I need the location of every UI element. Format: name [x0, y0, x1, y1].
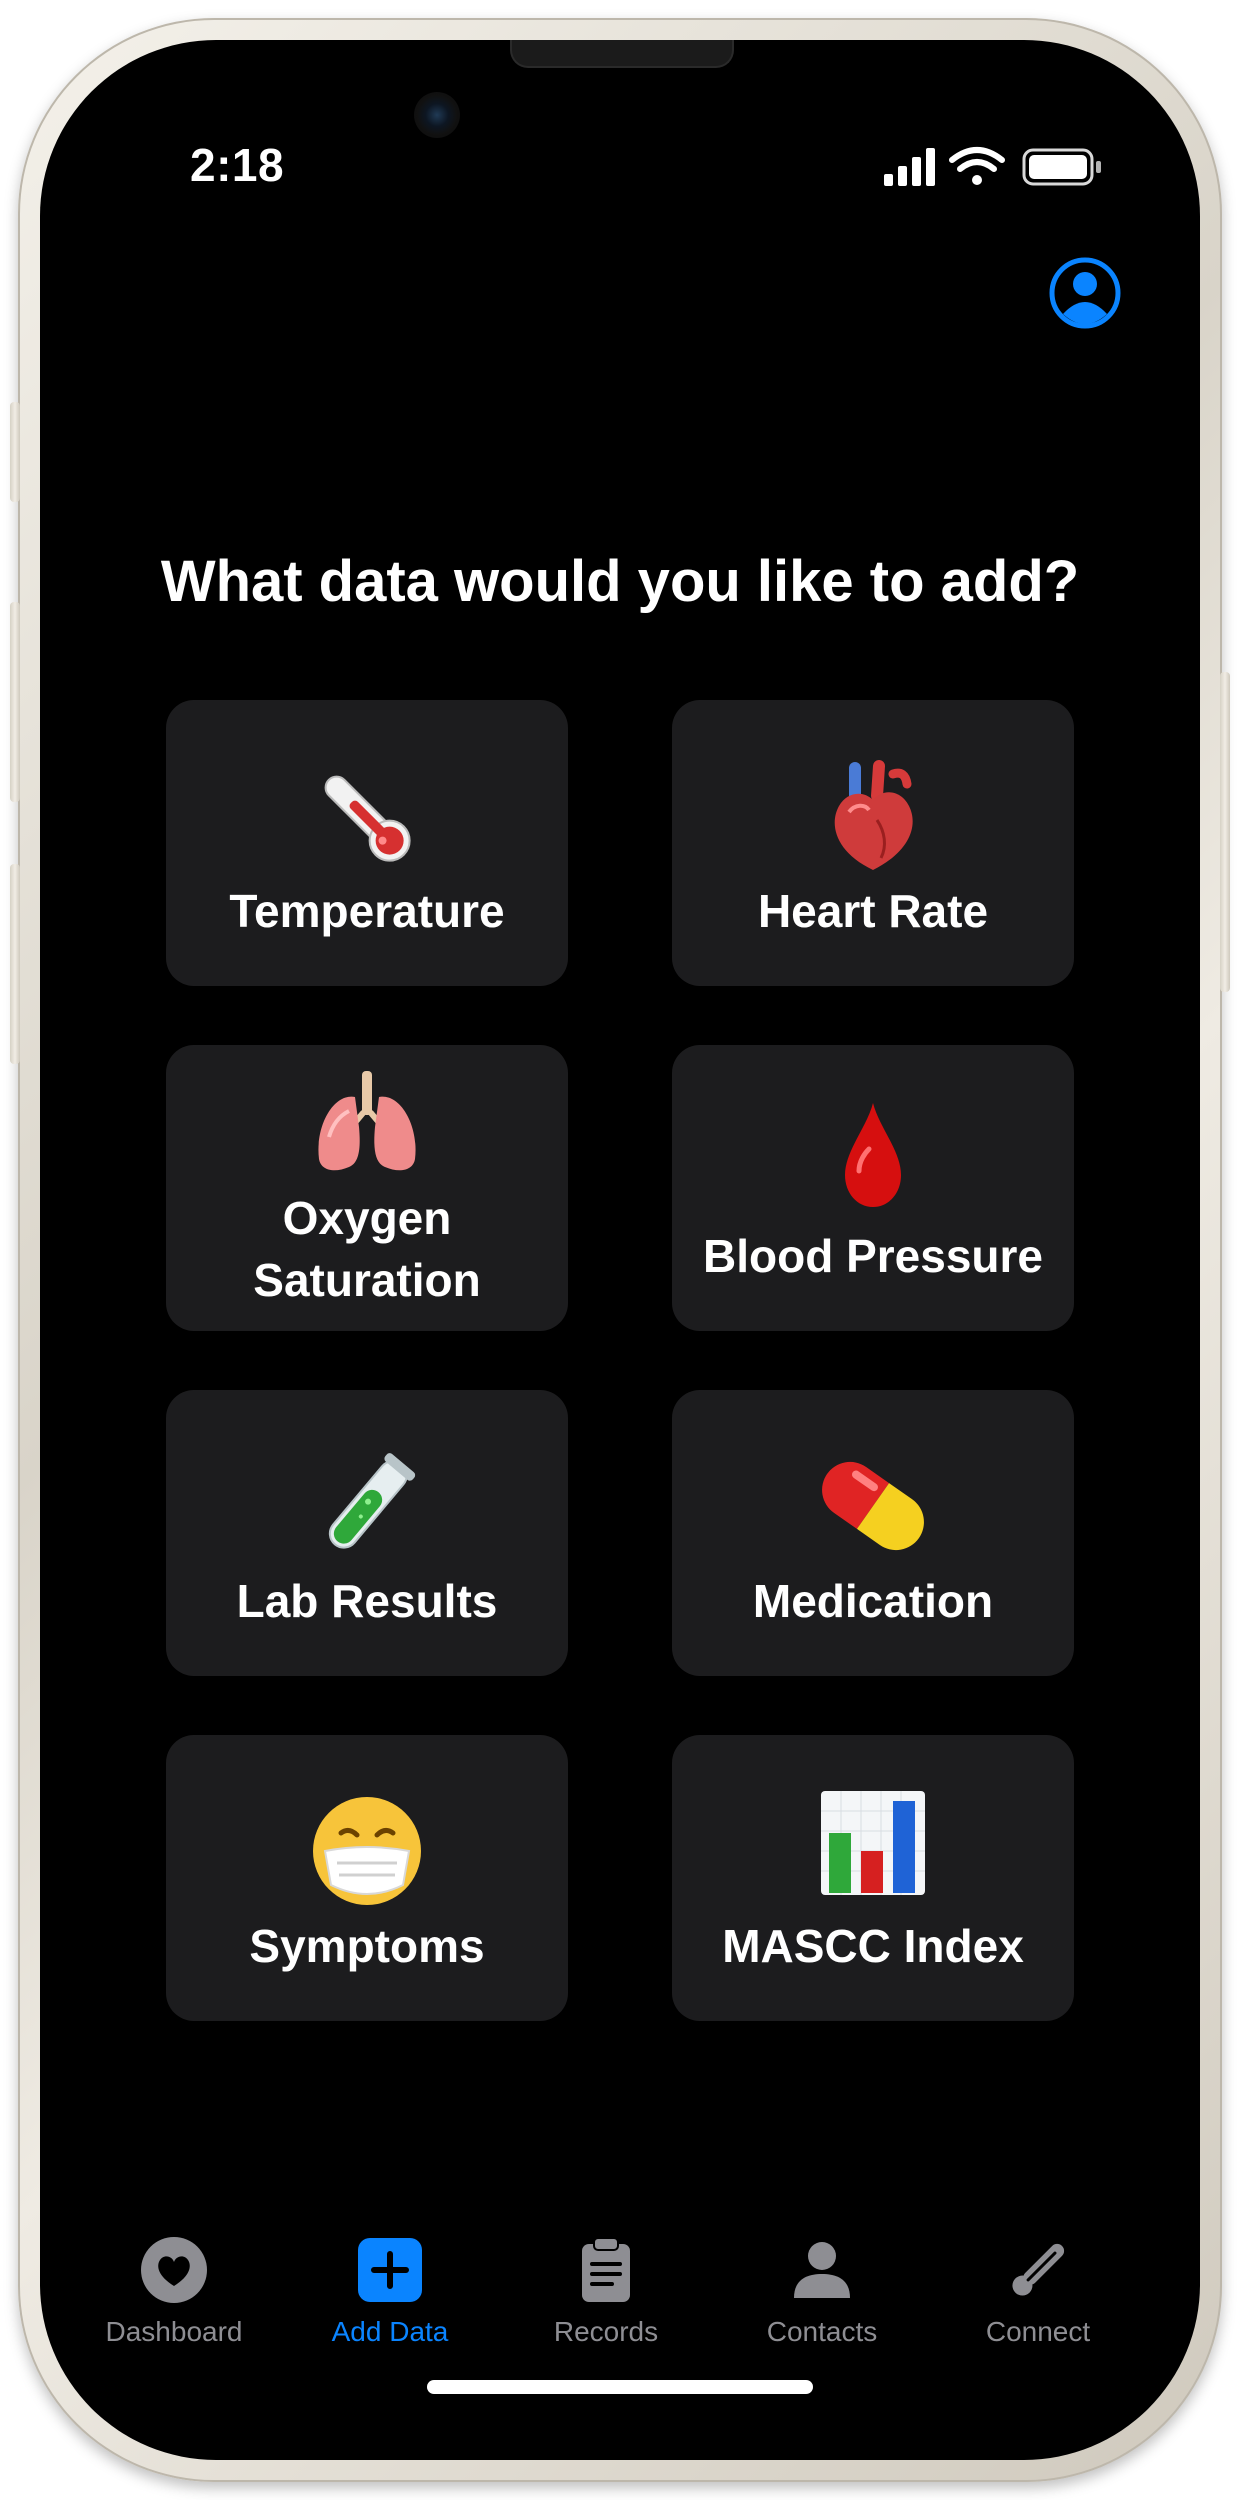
- drop-of-blood-icon: [845, 1103, 901, 1207]
- person-circle-icon[interactable]: [1048, 256, 1122, 330]
- tile-label: Symptoms: [249, 1920, 485, 1972]
- lungs-icon: [318, 1071, 416, 1171]
- test-tube-icon: [328, 1453, 416, 1549]
- volume-up-button: [10, 602, 20, 802]
- silent-switch: [10, 402, 20, 502]
- tab-bar: Dashboard Add Data Records Contacts Conn…: [40, 2190, 1200, 2370]
- tile-lab-results[interactable]: Lab Results: [166, 1390, 568, 1676]
- thermometer-icon: [1012, 2243, 1065, 2296]
- tab-label: Records: [553, 2316, 659, 2347]
- clipboard-icon: [582, 2237, 630, 2302]
- heart-circle-icon: [141, 2237, 207, 2303]
- tile-medication[interactable]: Medication: [672, 1390, 1074, 1676]
- bar-chart-icon: [821, 1791, 925, 1895]
- tile-label: Medication: [752, 1575, 994, 1627]
- thermometer-icon: [324, 775, 411, 862]
- tile-mascc-index[interactable]: MASCC Index: [672, 1735, 1074, 2021]
- tab-connect[interactable]: Connect: [928, 2190, 1148, 2350]
- cellular-signal-icon: [884, 148, 935, 186]
- anatomical-heart-icon: [834, 760, 913, 870]
- tab-label: Contacts: [766, 2316, 878, 2347]
- tile-label: Oxygen Saturation: [253, 1192, 481, 1306]
- tile-heart-rate[interactable]: Heart Rate: [672, 700, 1074, 986]
- tab-contacts[interactable]: Contacts: [712, 2190, 932, 2350]
- face-with-medical-mask-icon: [313, 1797, 421, 1905]
- tab-add-data[interactable]: Add Data: [280, 2190, 500, 2350]
- power-button: [1220, 672, 1230, 992]
- home-indicator[interactable]: [427, 2380, 813, 2394]
- person-icon: [794, 2242, 850, 2298]
- wifi-icon: [949, 147, 1005, 185]
- status-icons: [884, 147, 1101, 186]
- tile-symptoms[interactable]: Symptoms: [166, 1735, 568, 2021]
- tile-label: Heart Rate: [757, 885, 989, 937]
- tile-label: Temperature: [229, 885, 505, 937]
- tab-dashboard[interactable]: Dashboard: [64, 2190, 284, 2350]
- tile-temperature[interactable]: Temperature: [166, 700, 568, 986]
- tile-label: Blood Pressure: [703, 1230, 1043, 1282]
- battery-icon: [1022, 148, 1101, 186]
- page-title: What data would you like to add?: [160, 549, 1080, 614]
- volume-down-button: [10, 864, 20, 1064]
- tab-label: Add Data: [331, 2316, 449, 2347]
- tile-blood-pressure[interactable]: Blood Pressure: [672, 1045, 1074, 1331]
- front-camera: [414, 92, 460, 138]
- tile-label: MASCC Index: [722, 1920, 1024, 1972]
- tile-label: Lab Results: [236, 1575, 498, 1627]
- tile-oxygen-saturation[interactable]: Oxygen Saturation: [166, 1045, 568, 1331]
- pill-icon: [822, 1461, 924, 1551]
- tab-label: Dashboard: [105, 2316, 243, 2347]
- plus-square-icon: [358, 2238, 422, 2302]
- tab-records[interactable]: Records: [496, 2190, 716, 2350]
- tab-label: Connect: [985, 2316, 1091, 2347]
- earpiece-speaker: [510, 40, 734, 68]
- status-time: 2:18: [190, 139, 285, 191]
- phone-screen: 2:18 What data would you like to add? Te…: [40, 40, 1200, 2460]
